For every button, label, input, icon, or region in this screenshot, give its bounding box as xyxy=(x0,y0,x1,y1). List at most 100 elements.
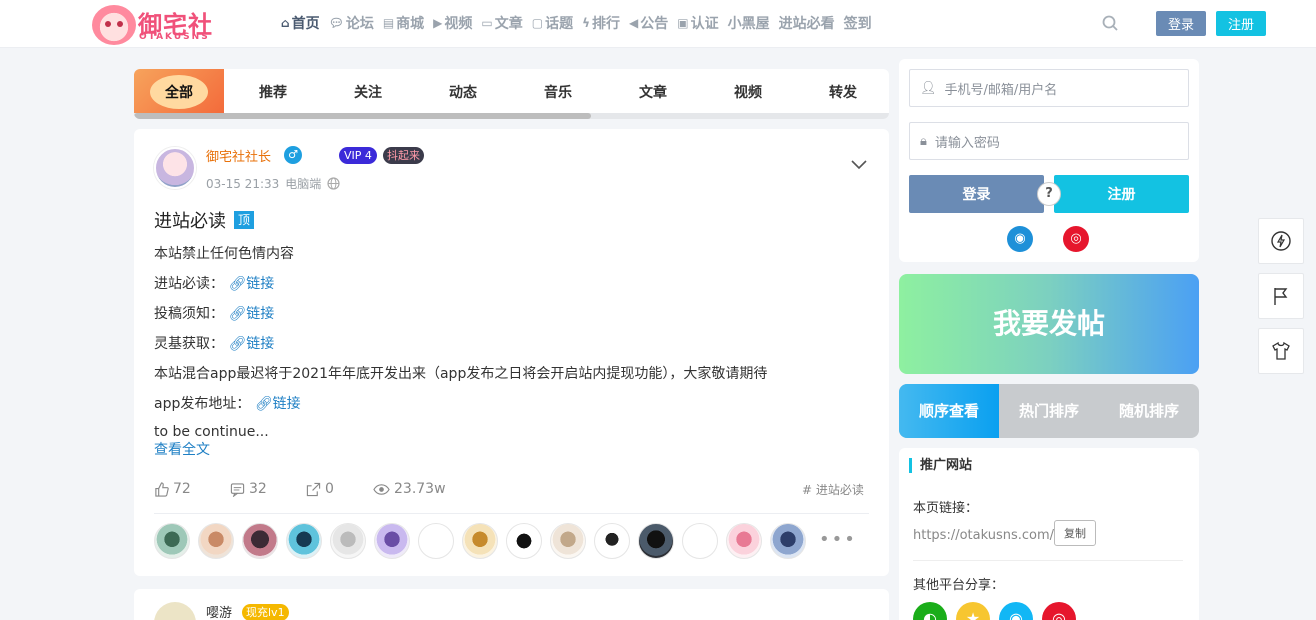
link-icon: 🔗︎ xyxy=(228,306,247,322)
nav-item-notice[interactable]: ◀ 公告 xyxy=(629,13,668,33)
search-icon[interactable] xyxy=(1102,15,1118,31)
tab-dynamic[interactable]: 动态 xyxy=(428,82,498,102)
help-button[interactable]: ? xyxy=(1037,182,1061,206)
site-logo[interactable]: 御宅社 OTAKUSNS xyxy=(92,5,232,45)
author-name[interactable]: 御宅社社长 xyxy=(206,146,271,165)
post-title[interactable]: 进站必读 顶 xyxy=(154,207,254,233)
liker-avatar[interactable] xyxy=(550,523,586,559)
nav-item-must-read[interactable]: 进站必看 xyxy=(779,13,835,33)
tab-video[interactable]: 视频 xyxy=(713,82,783,102)
liker-avatar[interactable] xyxy=(198,523,234,559)
tab-all[interactable]: 全部 xyxy=(144,82,214,102)
nav-item-home[interactable]: ⌂ 首页 xyxy=(281,13,320,33)
sort-random[interactable]: 随机排序 xyxy=(1099,384,1199,438)
article-icon: ▭ xyxy=(481,16,493,30)
topic-tag[interactable]: # 进站必读 xyxy=(802,481,864,498)
liker-avatar[interactable] xyxy=(770,523,806,559)
wechat-share-icon[interactable]: ◐ xyxy=(913,602,947,620)
liker-avatar[interactable] xyxy=(154,523,190,559)
header-login-button[interactable]: 登录 xyxy=(1156,11,1206,36)
lightning-button[interactable] xyxy=(1258,218,1304,264)
share-button[interactable]: 0 xyxy=(306,481,334,497)
copy-link-button[interactable]: 复制 xyxy=(1054,520,1096,546)
skin-button[interactable] xyxy=(1258,328,1304,374)
lingji-link[interactable]: 链接 xyxy=(246,336,274,352)
title-badge: 抖起来 xyxy=(383,147,424,164)
chevron-down-icon[interactable] xyxy=(850,157,868,171)
nav-item-article[interactable]: ▭ 文章 xyxy=(481,13,522,33)
nav-item-checkin[interactable]: 签到 xyxy=(844,13,872,33)
register-button[interactable]: 注册 xyxy=(1054,175,1189,213)
liker-avatar[interactable] xyxy=(726,523,762,559)
male-icon: ♂ xyxy=(284,146,302,164)
logo-subtext: OTAKUSNS xyxy=(139,32,210,42)
login-card: 👤︎ 手机号/邮箱/用户名 🔒︎ 请输入密码 登录 注册 ? ◉ ◎ xyxy=(899,59,1199,262)
app-release-link[interactable]: 链接 xyxy=(273,396,301,412)
divider xyxy=(913,560,1183,561)
tabs-scrollbar[interactable] xyxy=(134,113,889,119)
post-meta: 03-15 21:33 电脑端 xyxy=(206,175,340,192)
promo-card: 推广网站 本页链接： https://otakusns.com/ 复制 其他平台… xyxy=(899,448,1199,620)
thumbs-up-icon xyxy=(155,481,169,497)
sort-sequential[interactable]: 顺序查看 xyxy=(899,384,999,438)
post-line: 进站必读： 🔗︎链接 xyxy=(154,276,275,292)
share-label: 其他平台分享： xyxy=(913,578,1005,593)
liker-avatar[interactable] xyxy=(638,523,674,559)
liker-avatar[interactable] xyxy=(418,523,454,559)
tab-follow[interactable]: 关注 xyxy=(333,82,403,102)
top-header: 御宅社 OTAKUSNS ⌂ 首页 💬︎ 论坛 ▤ 商城 ▶ 视频 ▭ 文章 ▢ 话题 ϟ排… xyxy=(0,0,1316,48)
liker-avatar[interactable] xyxy=(242,523,278,559)
author-name[interactable]: 嘤游 xyxy=(206,602,232,620)
nav-item-blackroom[interactable]: 小黑屋 xyxy=(728,13,770,33)
liker-avatar[interactable] xyxy=(506,523,542,559)
tab-music[interactable]: 音乐 xyxy=(523,82,593,102)
home-icon: ⌂ xyxy=(281,16,290,30)
link-icon: 🔗︎ xyxy=(228,336,247,352)
feed-tabs: 全部 推荐 关注 动态 音乐 文章 视频 转发 xyxy=(134,69,889,119)
read-more-link[interactable]: 查看全文 xyxy=(154,439,210,459)
comment-button[interactable]: 32 xyxy=(230,481,267,497)
sort-hot[interactable]: 热门排序 xyxy=(999,384,1099,438)
liker-avatar[interactable] xyxy=(594,523,630,559)
nav-item-video[interactable]: ▶ 视频 xyxy=(433,13,472,33)
post-line: 灵基获取： 🔗︎链接 xyxy=(154,336,275,352)
nav-item-verify[interactable]: ▣ 认证 xyxy=(677,13,718,33)
nav-item-rank[interactable]: ϟ 排行 xyxy=(582,13,620,33)
level-badge: 现充lv1 xyxy=(242,604,289,620)
nav-item-shop[interactable]: ▤ 商城 xyxy=(383,13,424,33)
login-button[interactable]: 登录 xyxy=(909,175,1044,213)
qq-share-icon[interactable]: ◉ xyxy=(999,602,1033,620)
qzone-share-icon[interactable]: ★ xyxy=(956,602,990,620)
qq-login-icon[interactable]: ◉ xyxy=(1007,226,1033,252)
author-avatar[interactable] xyxy=(154,147,196,189)
page-link-label: 本页链接： xyxy=(913,501,979,516)
like-button[interactable]: 72 xyxy=(154,481,191,497)
tabs-scrollbar-thumb[interactable] xyxy=(134,113,591,119)
create-post-button[interactable]: 我要发帖 xyxy=(899,274,1199,374)
liker-avatar[interactable] xyxy=(462,523,498,559)
header-register-button[interactable]: 注册 xyxy=(1216,11,1266,36)
username-field[interactable]: 👤︎ 手机号/邮箱/用户名 xyxy=(909,69,1189,107)
report-button[interactable] xyxy=(1258,273,1304,319)
weibo-login-icon[interactable]: ◎ xyxy=(1063,226,1089,252)
liker-avatar[interactable] xyxy=(682,523,718,559)
more-likers-icon[interactable]: ••• xyxy=(819,529,857,550)
submission-link[interactable]: 链接 xyxy=(246,306,274,322)
nav-item-topic[interactable]: ▢ 话题 xyxy=(532,13,573,33)
tab-repost[interactable]: 转发 xyxy=(808,82,878,102)
speaker-icon: ◀ xyxy=(629,16,639,30)
password-field[interactable]: 🔒︎ 请输入密码 xyxy=(909,122,1189,160)
rank-icon: ϟ xyxy=(582,16,591,30)
main-nav: ⌂ 首页 💬︎ 论坛 ▤ 商城 ▶ 视频 ▭ 文章 ▢ 话题 ϟ 排行 ◀ 公告 ▣ 认证 小黑屋… xyxy=(281,13,881,33)
weibo-share-icon[interactable]: ◎ xyxy=(1042,602,1076,620)
author-avatar[interactable] xyxy=(154,602,196,620)
tab-recommend[interactable]: 推荐 xyxy=(238,82,308,102)
liker-avatar[interactable] xyxy=(286,523,322,559)
tab-article[interactable]: 文章 xyxy=(618,82,688,102)
liker-avatar[interactable] xyxy=(374,523,410,559)
id-card-icon: ▣ xyxy=(677,16,689,30)
must-read-link[interactable]: 链接 xyxy=(246,276,274,292)
page-link-url: https://otakusns.com/ xyxy=(913,528,1055,543)
liker-avatar[interactable] xyxy=(330,523,366,559)
nav-item-forum[interactable]: 💬︎ 论坛 xyxy=(329,13,374,33)
